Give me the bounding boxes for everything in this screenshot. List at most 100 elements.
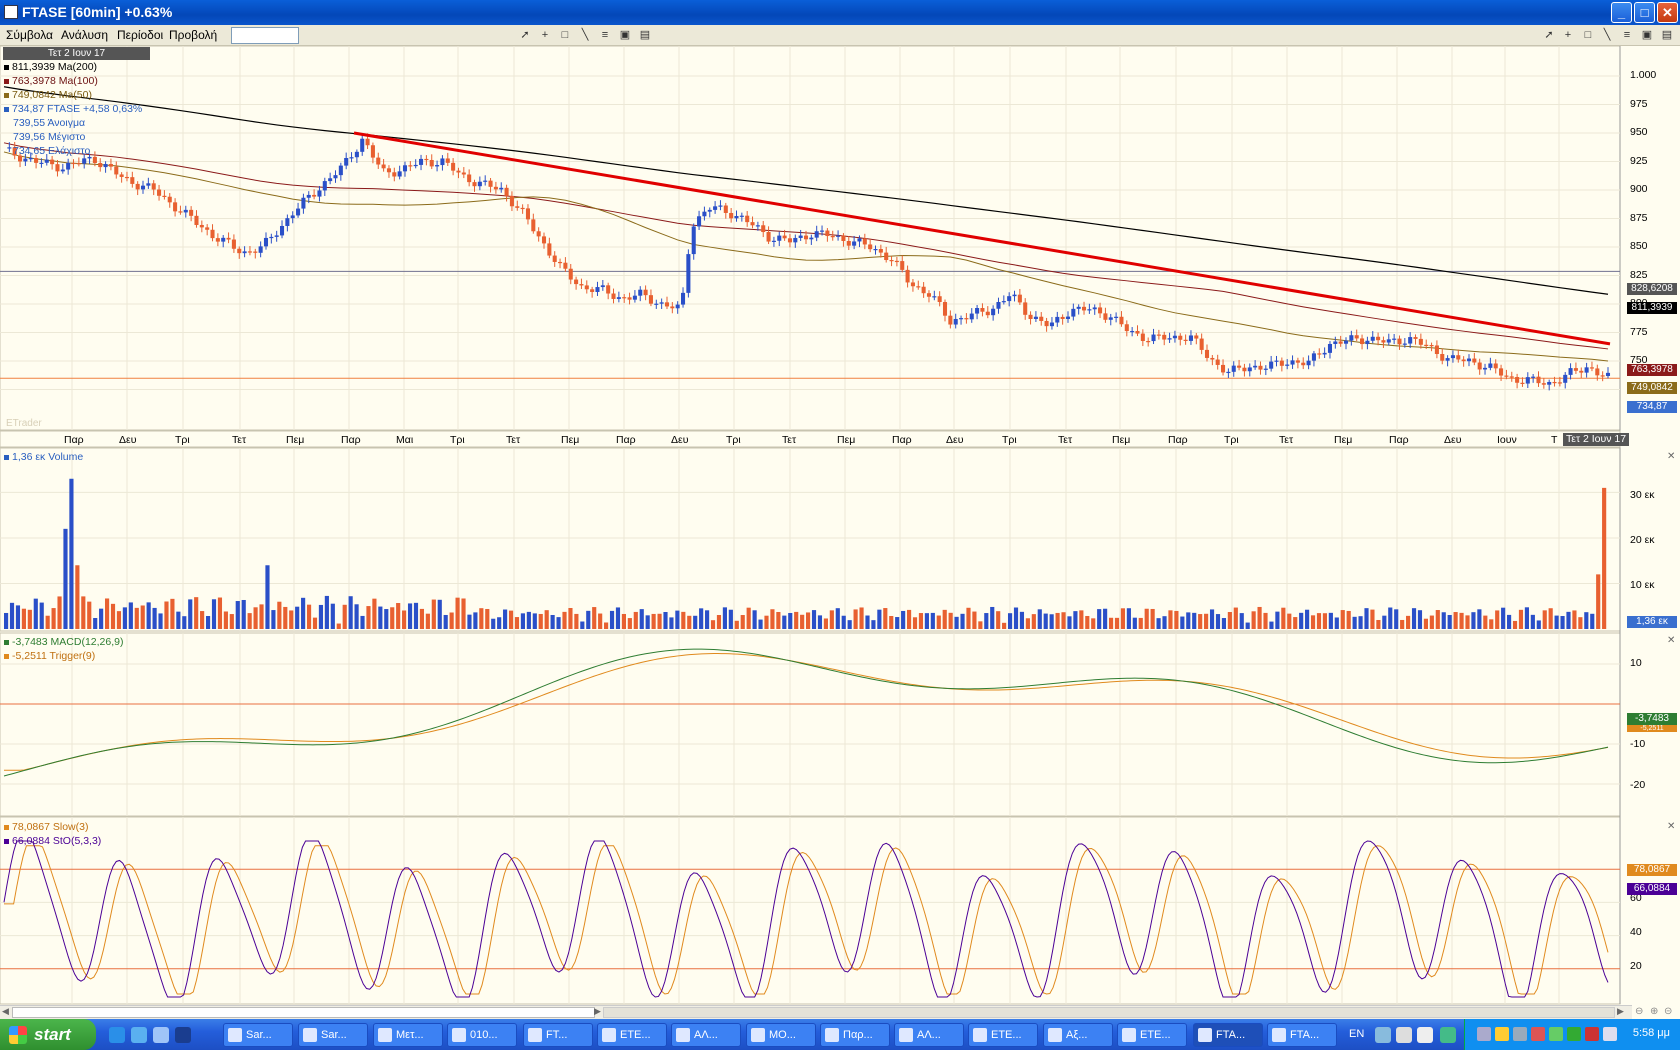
tray-arrow-icon[interactable] <box>1440 1027 1456 1043</box>
candle-body <box>87 156 92 159</box>
volume-bar <box>253 607 258 629</box>
tray-app-icon[interactable] <box>1531 1027 1545 1041</box>
candle-body <box>1279 360 1284 366</box>
taskbar-button[interactable]: Sar... <box>298 1023 368 1047</box>
outlook-quicklaunch-icon[interactable] <box>131 1027 147 1043</box>
taskbar-button[interactable]: Μετ... <box>373 1023 443 1047</box>
pointer-tool-icon[interactable]: ➚ <box>518 28 532 42</box>
crosshair-tool-icon-right[interactable]: + <box>1561 28 1575 42</box>
taskbar-button[interactable]: ΑΛ... <box>671 1023 741 1047</box>
volume-bar <box>1423 618 1428 629</box>
rectangle-tool-icon-right[interactable]: □ <box>1581 28 1595 42</box>
volume-bar <box>1103 608 1108 629</box>
tray-pen-icon[interactable] <box>1375 1027 1391 1043</box>
macd-close-icon[interactable]: ✕ <box>1667 635 1675 646</box>
candle-body <box>60 169 65 172</box>
volume-bar <box>330 603 335 629</box>
scroll-splitter-icon[interactable]: ▶ <box>594 1006 601 1017</box>
candle-body <box>1178 335 1183 340</box>
tray-update-icon[interactable] <box>1549 1027 1563 1041</box>
volume-close-icon[interactable]: ✕ <box>1667 451 1675 462</box>
time-xtick: Δευ <box>1444 434 1462 446</box>
symbol-input[interactable] <box>231 27 299 44</box>
taskbar-button[interactable]: ΜΟ... <box>746 1023 816 1047</box>
horizontal-scrollbar[interactable]: ◀ ▶ ▶ ⊖ ⊕ ⊝ <box>0 1005 1672 1019</box>
tray-monitor-icon[interactable] <box>1567 1027 1581 1041</box>
volume-bar <box>930 612 935 629</box>
taskbar-button[interactable]: ETE... <box>968 1023 1038 1047</box>
menu-view[interactable]: Προβολή <box>169 28 217 42</box>
taskbar-button[interactable]: Sar... <box>223 1023 293 1047</box>
candle-body <box>237 248 242 254</box>
menu-periods[interactable]: Περίοδοι <box>117 28 163 42</box>
candle-body <box>98 163 103 168</box>
menu-analysis[interactable]: Ανάλυση <box>61 28 108 42</box>
rectangle-tool-icon[interactable]: □ <box>558 28 572 42</box>
line-tool-icon[interactable]: ╲ <box>578 28 592 42</box>
chart-tool-icon-right[interactable]: ▣ <box>1640 28 1654 42</box>
scroll-thumb[interactable] <box>603 1007 1615 1018</box>
save-icon[interactable]: ▤ <box>638 28 652 42</box>
candle-body <box>1418 338 1423 345</box>
start-button[interactable]: start <box>0 1019 96 1050</box>
tray-shield-icon[interactable] <box>1495 1027 1509 1041</box>
candle-body <box>552 255 557 262</box>
tray-help-icon[interactable] <box>1396 1027 1412 1043</box>
chart-area[interactable]: Τετ 2 Ιουν 17 811,3939 Ma(200) 763,3978 … <box>0 46 1680 1008</box>
taskbar-button[interactable]: ETE... <box>597 1023 667 1047</box>
time-xtick: Παρ <box>616 434 636 446</box>
maximize-button[interactable]: □ <box>1634 2 1655 23</box>
candle-body <box>1290 360 1295 365</box>
task-app-icon <box>602 1028 616 1042</box>
desktop-quicklaunch-icon[interactable] <box>175 1027 191 1043</box>
ie-quicklaunch-icon[interactable] <box>109 1027 125 1043</box>
scroll-right-icon[interactable]: ▶ <box>1617 1006 1624 1017</box>
tray-network-icon[interactable] <box>1477 1027 1491 1041</box>
tray-question-icon[interactable] <box>1417 1027 1433 1043</box>
candle-body <box>590 289 595 292</box>
candle-body <box>50 159 55 165</box>
tray-alert-icon[interactable] <box>1585 1027 1599 1041</box>
ma200-price-tag: 811,3939 <box>1627 302 1677 314</box>
minimize-button[interactable]: _ <box>1611 2 1632 23</box>
zoom-out-icon[interactable]: ⊖ <box>1635 1006 1643 1017</box>
taskbar-button[interactable]: Παρ... <box>820 1023 890 1047</box>
line-tool-icon-right[interactable]: ╲ <box>1600 28 1614 42</box>
taskbar-button[interactable]: 010... <box>447 1023 517 1047</box>
taskbar-button[interactable]: FT... <box>523 1023 593 1047</box>
candle-body <box>820 230 825 232</box>
volume-bar <box>954 616 959 629</box>
close-button[interactable]: ✕ <box>1657 2 1678 23</box>
taskbar-button[interactable]: Αξ... <box>1043 1023 1113 1047</box>
menu-symbols[interactable]: Σύμβολα <box>6 28 53 42</box>
volume-bar <box>390 607 395 629</box>
candle-body <box>301 197 306 209</box>
zoom-reset-icon[interactable]: ⊝ <box>1664 1006 1672 1017</box>
macd-panel-bg <box>0 632 1621 817</box>
volume-bar <box>990 606 995 629</box>
scroll-track-left[interactable] <box>12 1007 595 1018</box>
chart-tool-icon[interactable]: ▣ <box>618 28 632 42</box>
scroll-left-icon[interactable]: ◀ <box>2 1006 9 1017</box>
stoch-close-icon[interactable]: ✕ <box>1667 821 1675 832</box>
language-indicator[interactable]: EN <box>1349 1028 1364 1040</box>
pointer-tool-icon-right[interactable]: ➚ <box>1542 28 1556 42</box>
tray-volume-icon[interactable] <box>1603 1027 1617 1041</box>
task-app-icon <box>973 1028 987 1042</box>
hlines-tool-icon[interactable]: ≡ <box>598 28 612 42</box>
crosshair-tool-icon[interactable]: + <box>538 28 552 42</box>
taskbar-button[interactable]: FTA... <box>1193 1023 1263 1047</box>
zoom-in-icon[interactable]: ⊕ <box>1650 1006 1658 1017</box>
save-icon-right[interactable]: ▤ <box>1660 28 1674 42</box>
taskbar-button[interactable]: ETE... <box>1117 1023 1187 1047</box>
chart-canvas[interactable] <box>0 46 1680 1008</box>
taskbar-button[interactable]: FTA... <box>1267 1023 1337 1047</box>
volume-bar <box>639 609 644 629</box>
taskbar-button[interactable]: ΑΛ... <box>894 1023 964 1047</box>
hlines-tool-icon-right[interactable]: ≡ <box>1620 28 1634 42</box>
media-quicklaunch-icon[interactable] <box>153 1027 169 1043</box>
candle-body <box>114 166 119 175</box>
candle-body <box>814 231 819 238</box>
tray-drive-icon[interactable] <box>1513 1027 1527 1041</box>
candle-body <box>1595 368 1600 376</box>
